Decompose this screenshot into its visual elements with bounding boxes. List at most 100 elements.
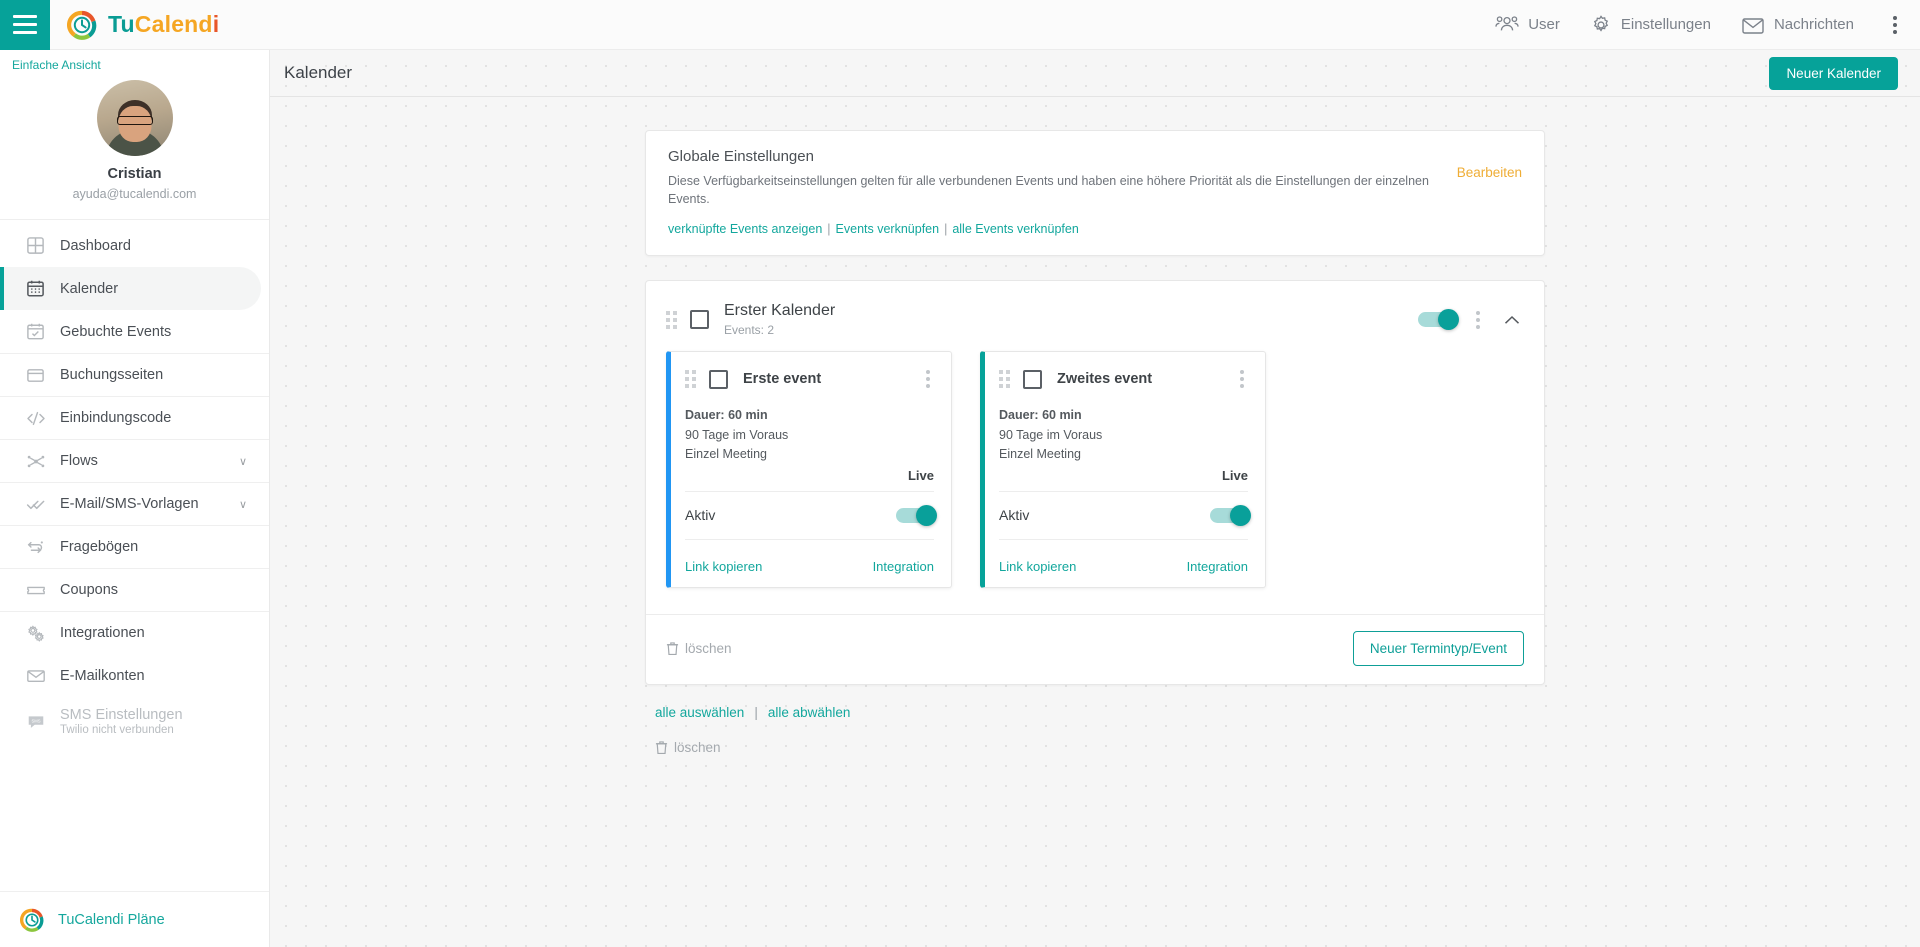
copy-link-button[interactable]: Link kopieren — [685, 559, 762, 574]
calendar-check-icon — [26, 322, 60, 341]
topbar-overflow-menu-icon[interactable] — [1884, 10, 1906, 40]
bottom-tools: alle auswählen | alle abwählen löschen — [645, 705, 1545, 755]
double-check-icon — [26, 495, 60, 514]
top-bar: TuCalendi User Einstellungen Nachrichten — [0, 0, 1920, 50]
chevron-down-icon[interactable]: ∨ — [239, 498, 247, 511]
event-active-toggle[interactable] — [896, 504, 937, 526]
calendar-menu-icon[interactable] — [1472, 307, 1484, 333]
calendar-card-footer: löschen Neuer Termintyp/Event — [646, 614, 1544, 684]
sidebar-item-label: E-Mail/SMS-Vorlagen — [60, 496, 199, 512]
sidebar-item-sms-einstellungen[interactable]: SMS SMS Einstellungen Twilio nicht verbu… — [0, 697, 269, 745]
window-icon — [26, 366, 60, 385]
events-list: Erste event Dauer: 60 min 90 Tage im Vor… — [646, 351, 1544, 589]
sidebar-item-label: Gebuchte Events — [60, 323, 172, 340]
link-events-link[interactable]: Events verknüpfen — [836, 222, 940, 236]
sidebar-item-einbindungscode[interactable]: Einbindungscode — [0, 396, 269, 439]
edit-global-settings-link[interactable]: Bearbeiten — [1457, 165, 1522, 236]
delete-label: löschen — [674, 740, 721, 756]
sidebar-item-integrationen[interactable]: Integrationen — [0, 611, 269, 654]
event-card-header: Erste event — [685, 366, 934, 392]
page-title: Kalender — [284, 63, 353, 82]
brand-logo[interactable]: TuCalendi — [67, 10, 219, 40]
hamburger-line — [13, 31, 37, 34]
event-menu-icon[interactable] — [922, 366, 934, 392]
sidebar-item-e-mailkonten[interactable]: E-Mailkonten — [0, 654, 269, 697]
drag-dot — [666, 317, 670, 322]
drag-dot — [1006, 370, 1010, 375]
deselect-all-link[interactable]: alle abwählen — [768, 705, 851, 720]
new-event-button[interactable]: Neuer Termintyp/Event — [1352, 631, 1524, 667]
global-settings-title: Globale Einstellungen — [668, 148, 814, 165]
avatar[interactable] — [96, 80, 173, 156]
sidebar-item-text: SMS Einstellungen Twilio nicht verbunden — [60, 707, 183, 736]
drag-handle-icon[interactable] — [666, 310, 677, 329]
drag-dot — [1006, 377, 1010, 382]
event-title: Zweites event — [1057, 371, 1153, 388]
sidebar-item-label: Einbindungscode — [60, 410, 172, 426]
divider — [685, 539, 934, 541]
event-card[interactable]: Erste event Dauer: 60 min 90 Tage im Vor… — [666, 351, 952, 589]
global-settings-links: verknüpfte Events anzeigen | Events verknü… — [668, 222, 1435, 236]
topbar-item-user[interactable]: User — [1495, 15, 1560, 35]
event-select-checkbox[interactable] — [1023, 369, 1042, 389]
calendar-enabled-toggle[interactable] — [1418, 309, 1459, 331]
calendar-name: Erster Kalender — [724, 302, 836, 320]
select-all-link[interactable]: alle auswählen — [655, 705, 744, 720]
drag-dot — [1006, 384, 1010, 389]
toggle-knob — [1230, 504, 1251, 526]
kebab-dot — [926, 377, 930, 382]
link-divider: | — [754, 705, 758, 721]
sidebar-item-frageboegen[interactable]: Fragebögen — [0, 525, 269, 568]
event-menu-icon[interactable] — [1236, 366, 1248, 392]
link-all-events-link[interactable]: alle Events verknüpfen — [952, 222, 1078, 236]
brand-part-1: Tu — [108, 11, 135, 37]
sidebar-item-label: Buchungsseiten — [60, 367, 164, 383]
event-card[interactable]: Zweites event Dauer: 60 min 90 Tage im V… — [980, 351, 1266, 589]
sidebar-item-flows[interactable]: Flows ∨ — [0, 439, 269, 482]
tucalendi-logo-icon — [67, 10, 97, 40]
sidebar-item-coupons[interactable]: Coupons — [0, 568, 269, 611]
calendar-select-checkbox[interactable] — [690, 310, 709, 330]
drag-handle-icon[interactable] — [999, 370, 1010, 389]
integration-link[interactable]: Integration — [873, 559, 934, 574]
tucalendi-logo-icon — [20, 908, 44, 932]
event-status-badge: Live — [1221, 468, 1248, 484]
chevron-up-icon[interactable] — [1500, 315, 1524, 325]
event-links: Link kopieren Integration — [999, 548, 1248, 574]
sidebar-item-dashboard[interactable]: Dashboard — [0, 224, 269, 267]
sidebar-item-buchungsseiten[interactable]: Buchungsseiten — [0, 353, 269, 396]
event-active-toggle[interactable] — [1210, 504, 1251, 526]
brand-part-2: Calend — [134, 11, 213, 37]
topbar-item-nachrichten[interactable]: Nachrichten — [1741, 15, 1854, 35]
drag-dot — [999, 377, 1003, 382]
sidebar-item-email-sms-vorlagen[interactable]: E-Mail/SMS-Vorlagen ∨ — [0, 482, 269, 525]
drag-dot — [692, 370, 696, 375]
show-linked-events-link[interactable]: verknüpfte Events anzeigen — [668, 222, 822, 236]
sidebar-item-gebuchte-events[interactable]: Gebuchte Events — [0, 310, 269, 353]
sidebar-plans-link[interactable]: TuCalendi Pläne — [0, 891, 269, 947]
hamburger-menu-icon[interactable] — [0, 0, 50, 50]
drag-handle-icon[interactable] — [685, 370, 696, 389]
integration-link[interactable]: Integration — [1187, 559, 1248, 574]
sidebar-item-label: Fragebögen — [60, 539, 139, 555]
divider — [999, 539, 1248, 541]
event-active-label: Aktiv — [685, 507, 716, 524]
topbar-item-einstellungen[interactable]: Einstellungen — [1590, 14, 1711, 36]
event-advance: 90 Tage im Voraus — [999, 427, 1103, 442]
new-calendar-button[interactable]: Neuer Kalender — [1769, 56, 1898, 90]
drag-dot — [685, 370, 689, 375]
sidebar-item-kalender[interactable]: Kalender — [0, 267, 261, 310]
envelope-icon — [1741, 15, 1765, 35]
chevron-down-icon[interactable]: ∨ — [239, 455, 247, 468]
event-select-checkbox[interactable] — [709, 369, 728, 389]
trash-icon — [655, 740, 668, 755]
drag-dot — [692, 377, 696, 382]
sidebar-item-label: Integrationen — [60, 625, 145, 641]
drag-dot — [666, 310, 670, 315]
delete-selected-link[interactable]: löschen — [655, 740, 1545, 755]
copy-link-button[interactable]: Link kopieren — [999, 559, 1076, 574]
gear-icon — [1590, 14, 1612, 36]
delete-calendar-link[interactable]: löschen — [666, 641, 732, 656]
kebab-dot — [1240, 377, 1244, 382]
simple-view-link[interactable]: Einfache Ansicht — [0, 50, 269, 72]
